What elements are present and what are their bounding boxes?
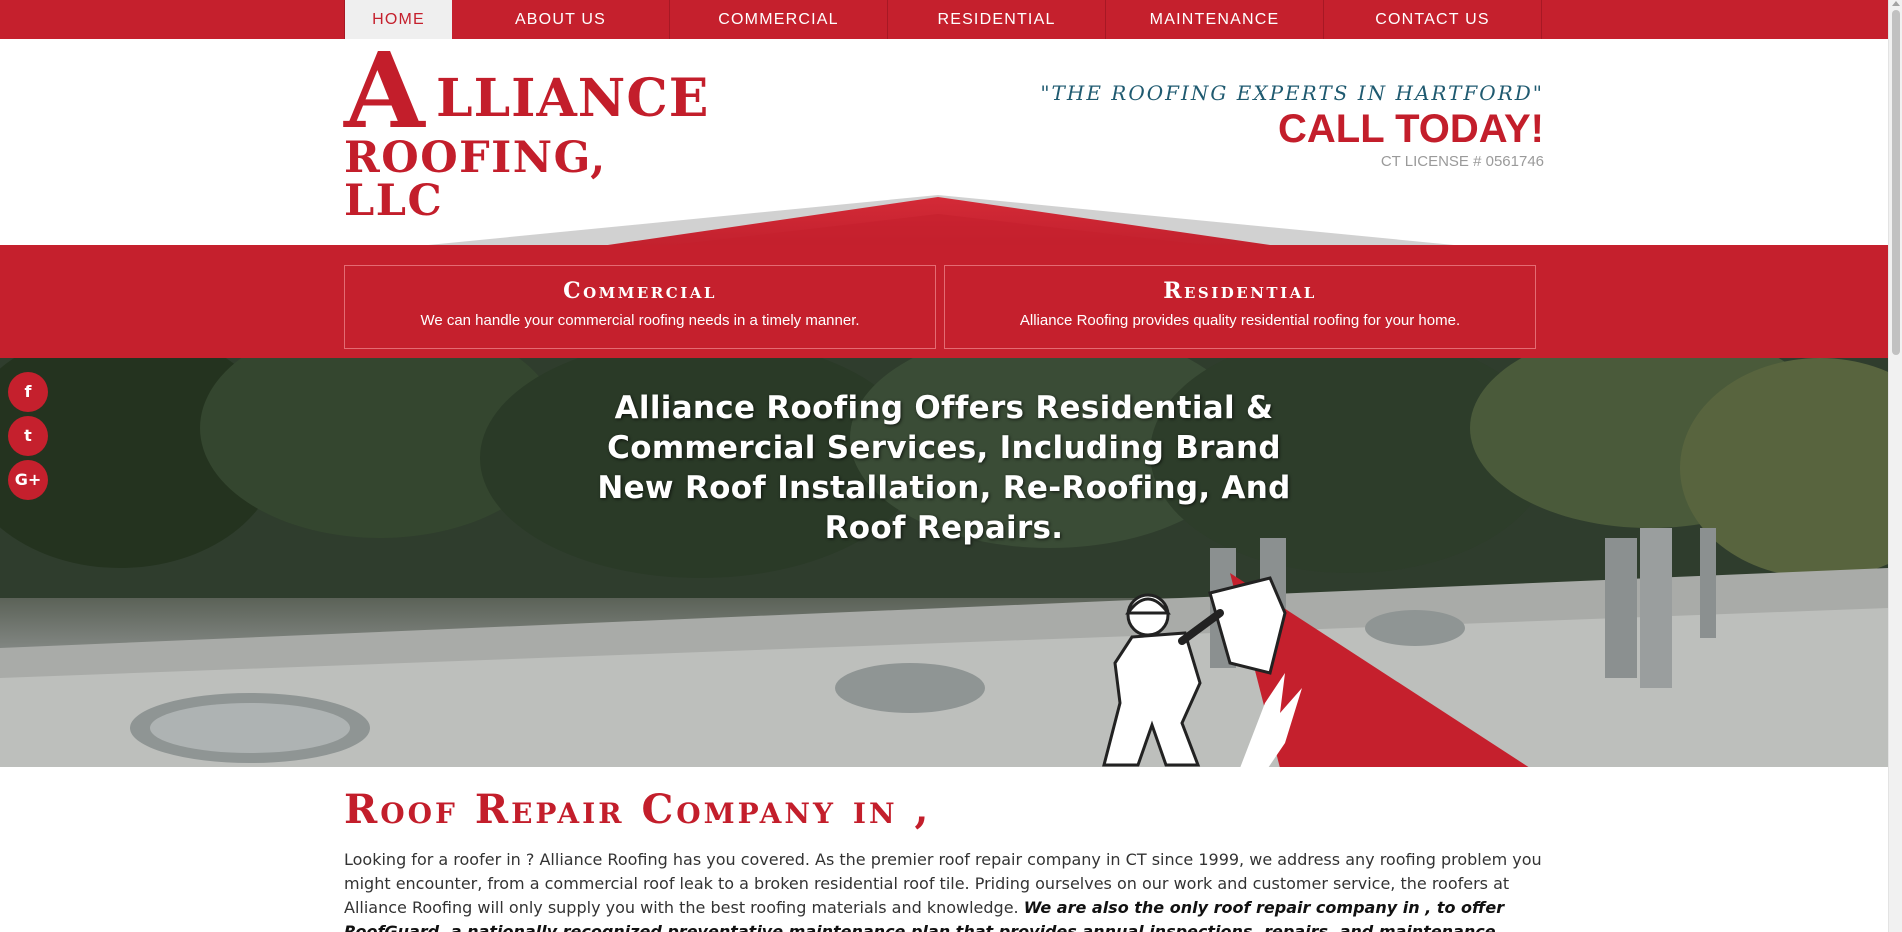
- top-navigation: HOME ABOUT US COMMERCIAL RESIDENTIAL MAI…: [0, 0, 1888, 39]
- nav-item-commercial[interactable]: COMMERCIAL: [670, 0, 888, 39]
- logo-letter: A: [344, 29, 425, 152]
- tagline: "THE ROOFING EXPERTS IN HARTFORD": [1040, 81, 1544, 105]
- commercial-service-card[interactable]: Commercial We can handle your commercial…: [344, 265, 936, 349]
- site-header: A LLIANCE ROOFING, LLC "THE ROOFING EXPE…: [0, 39, 1888, 289]
- main-content: Roof Repair Company in , Looking for a r…: [344, 790, 1544, 932]
- residential-service-title: Residential: [1163, 278, 1317, 304]
- nav-item-maintenance[interactable]: MAINTENANCE: [1106, 0, 1324, 39]
- residential-service-desc: Alliance Roofing provides quality reside…: [1019, 312, 1461, 329]
- google-plus-icon[interactable]: G+: [8, 460, 48, 500]
- commercial-service-desc: We can handle your commercial roofing ne…: [420, 312, 860, 329]
- flat-roof-image: [0, 528, 1888, 767]
- license-number: CT LICENSE # 0561746: [1380, 153, 1544, 170]
- hero-headline: Alliance Roofing Offers Residential & Co…: [597, 390, 1291, 546]
- facebook-icon[interactable]: f: [8, 372, 48, 412]
- scrollbar-thumb[interactable]: [1892, 10, 1900, 355]
- scroll-up-icon[interactable]: [1892, 1, 1900, 6]
- residential-service-card[interactable]: Residential Alliance Roofing provides qu…: [944, 265, 1536, 349]
- page-scrollbar[interactable]: [1888, 0, 1902, 932]
- intro-paragraph: Looking for a roofer in ? Alliance Roofi…: [344, 848, 1544, 932]
- nav-item-about-us[interactable]: ABOUT US: [452, 0, 670, 39]
- services-band: Commercial We can handle your commercial…: [0, 245, 1888, 358]
- commercial-service-title: Commercial: [563, 278, 717, 304]
- hero-banner: Alliance Roofing Offers Residential & Co…: [0, 358, 1888, 767]
- page-heading: Roof Repair Company in ,: [344, 786, 932, 833]
- twitter-icon[interactable]: t: [8, 416, 48, 456]
- nav-item-residential[interactable]: RESIDENTIAL: [888, 0, 1106, 39]
- company-logo[interactable]: A LLIANCE ROOFING, LLC: [344, 39, 720, 223]
- call-today[interactable]: CALL TODAY!: [984, 107, 1544, 151]
- social-links: f t G+: [8, 372, 48, 504]
- header-tagline-block: "THE ROOFING EXPERTS IN HARTFORD" CALL T…: [984, 81, 1544, 170]
- logo-word: LLIANCE: [436, 68, 710, 129]
- roofer-mascot-graphic: [1102, 573, 1529, 767]
- nav-item-contact-us[interactable]: CONTACT US: [1324, 0, 1542, 39]
